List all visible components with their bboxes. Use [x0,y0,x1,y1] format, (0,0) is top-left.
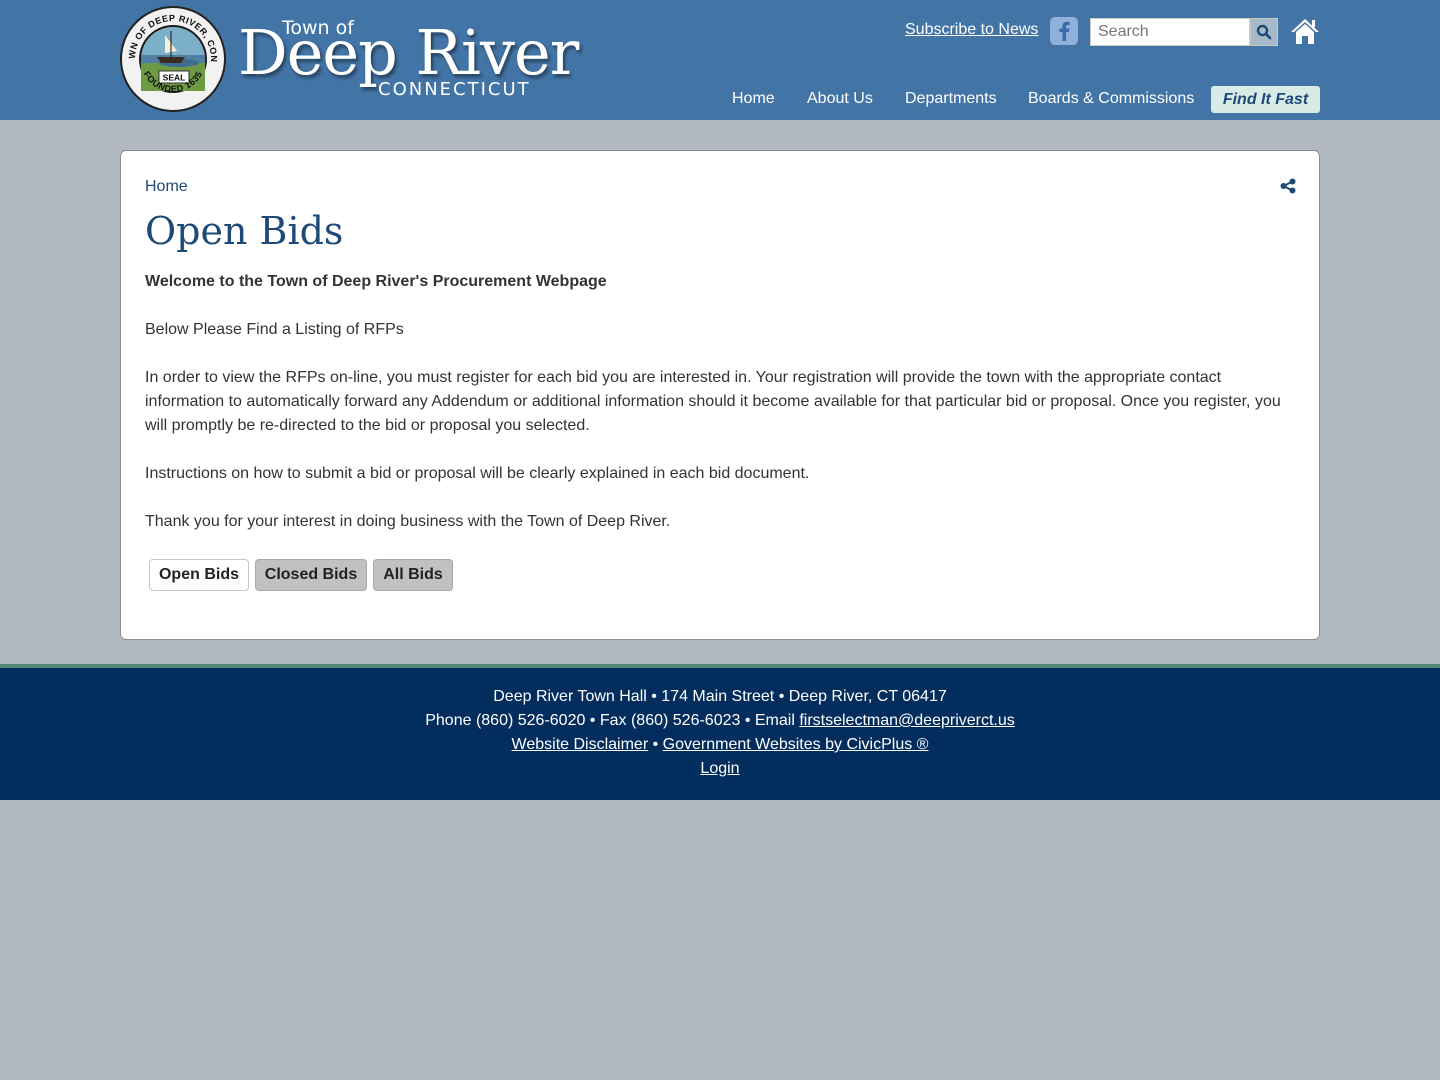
civicplus-link[interactable]: Government Websites by CivicPlus ® [663,736,929,753]
footer-email-link[interactable]: firstselectman@deepriverct.us [799,712,1014,729]
website-disclaimer-link[interactable]: Website Disclaimer [512,736,649,753]
search-input[interactable] [1090,18,1250,46]
paragraph-registration: In order to view the RFPs on-line, you m… [145,369,1281,434]
town-seal-logo[interactable]: SEAL TOWN OF DEEP RIVER, CONN. FOUNDED 1… [119,5,227,113]
footer-separator: • [648,736,663,753]
site-header: SEAL TOWN OF DEEP RIVER, CONN. FOUNDED 1… [0,0,1440,120]
search-box [1090,18,1278,46]
facebook-icon[interactable] [1050,17,1078,45]
logo-state: CONNECTICUT [378,79,531,100]
logo-town-name: Deep River [238,16,579,89]
nav-home[interactable]: Home [732,85,775,113]
paragraph-instructions: Instructions on how to submit a bid or p… [145,465,810,482]
footer-contact-line: Phone (860) 526-6020 • Fax (860) 526-602… [0,709,1440,733]
footer-phone-fax: Phone (860) 526-6020 • Fax (860) 526-602… [425,712,800,729]
subscribe-to-news-link[interactable]: Subscribe to News [905,21,1038,39]
tab-all-bids[interactable]: All Bids [373,559,453,591]
nav-about-us[interactable]: About Us [807,85,873,113]
footer-links-line: Website Disclaimer • Government Websites… [0,733,1440,757]
search-icon [1256,24,1272,40]
tab-open-bids[interactable]: Open Bids [149,559,249,591]
site-footer: Deep River Town Hall • 174 Main Street •… [0,668,1440,800]
share-icon[interactable] [1280,178,1296,194]
breadcrumb-home[interactable]: Home [145,178,188,196]
search-button[interactable] [1250,18,1278,46]
nav-departments[interactable]: Departments [905,85,997,113]
paragraph-thanks: Thank you for your interest in doing bus… [145,513,671,530]
page-title: Open Bids [145,209,344,253]
content-card: Home Open Bids Welcome to the Town of De… [120,150,1320,640]
page-body: Welcome to the Town of Deep River's Proc… [145,270,1295,558]
seal-label: SEAL [163,73,186,83]
tab-closed-bids[interactable]: Closed Bids [255,559,367,591]
login-link[interactable]: Login [700,760,739,777]
find-it-fast-button[interactable]: Find It Fast [1211,86,1320,113]
intro-heading: Welcome to the Town of Deep River's Proc… [145,273,607,290]
home-icon[interactable] [1290,17,1320,45]
nav-boards-commissions[interactable]: Boards & Commissions [1028,85,1194,113]
footer-address: Deep River Town Hall • 174 Main Street •… [493,688,947,705]
footer-login-line: Login [0,757,1440,781]
paragraph-listing: Below Please Find a Listing of RFPs [145,321,404,338]
